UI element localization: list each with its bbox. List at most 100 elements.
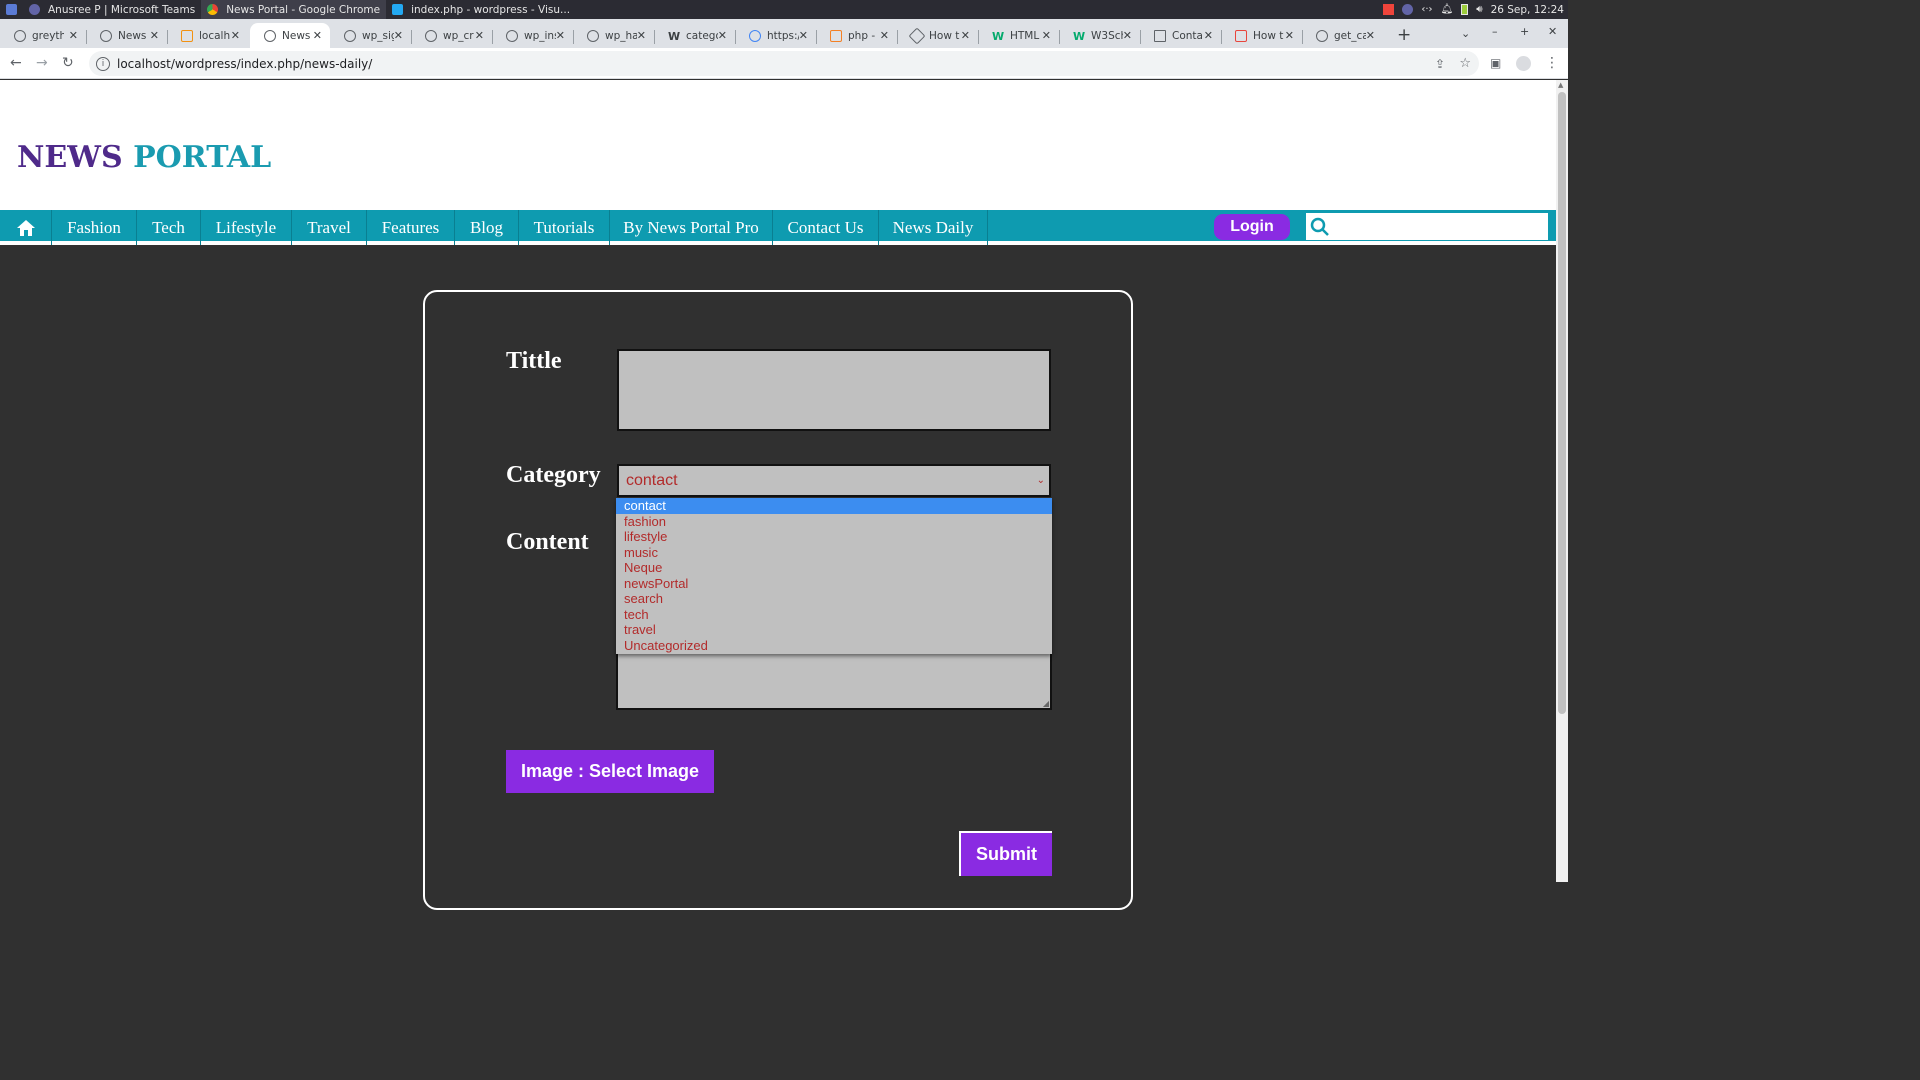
close-tab-icon[interactable]: ✕	[718, 29, 727, 42]
select-image-button[interactable]: Image : Select Image	[506, 750, 714, 793]
close-tab-icon[interactable]: ✕	[1123, 29, 1132, 42]
browser-tab[interactable]: wp_sig✕	[330, 23, 411, 48]
home-button[interactable]	[0, 210, 51, 245]
category-option-fashion[interactable]: fashion	[616, 514, 1052, 530]
browser-tab[interactable]: get_ca ✕	[1302, 23, 1383, 48]
nav-item-tutorials[interactable]: Tutorials	[518, 210, 609, 245]
taskbar-window-vscode[interactable]: index.php - wordpress - Visu...	[386, 0, 576, 19]
login-button[interactable]: Login	[1214, 214, 1290, 240]
volume-icon[interactable]: 🔊︎	[1476, 4, 1482, 15]
nav-item-tech[interactable]: Tech	[136, 210, 200, 245]
nav-item-by-news-portal-pro[interactable]: By News Portal Pro	[609, 210, 772, 245]
taskbar-window-chrome[interactable]: News Portal - Google Chrome	[201, 0, 387, 19]
nav-item-travel[interactable]: Travel	[291, 210, 366, 245]
close-window-icon[interactable]: ✕	[1548, 25, 1557, 38]
close-tab-icon[interactable]: ✕	[799, 29, 808, 42]
site-logo[interactable]: NEWS PORTAL	[17, 140, 271, 175]
category-option-contact[interactable]: contact	[616, 498, 1052, 514]
browser-tab[interactable]: W HTML ✕	[978, 23, 1059, 48]
close-tab-icon[interactable]: ✕	[1285, 29, 1294, 42]
clock[interactable]: 26 Sep, 12:24	[1491, 4, 1564, 16]
network-icon[interactable]: ‹·›	[1421, 4, 1432, 15]
close-tab-icon[interactable]: ✕	[880, 29, 889, 42]
category-option-neque[interactable]: Neque	[616, 560, 1052, 576]
nav-item-blog[interactable]: Blog	[454, 210, 518, 245]
page-scrollbar[interactable]: ▲	[1556, 80, 1568, 882]
browser-tab[interactable]: https:/✕	[735, 23, 816, 48]
browser-tab[interactable]: wp_cr ✕	[411, 23, 492, 48]
nav-item-fashion[interactable]: Fashion	[51, 210, 136, 245]
nav-item-lifestyle[interactable]: Lifestyle	[200, 210, 291, 245]
close-tab-icon[interactable]: ✕	[1366, 29, 1375, 42]
share-icon[interactable]: ⇪	[1435, 57, 1445, 71]
search-input[interactable]	[1306, 213, 1548, 240]
submit-button[interactable]: Submit	[959, 831, 1052, 876]
category-option-tech[interactable]: tech	[616, 607, 1052, 623]
taskbar-window-teams[interactable]: Anusree P | Microsoft Teams	[23, 0, 201, 19]
browser-tab-active[interactable]: News ✕	[250, 23, 330, 48]
close-tab-icon[interactable]: ✕	[394, 29, 403, 42]
browser-tab[interactable]: How t ✕	[897, 23, 978, 48]
category-option-music[interactable]: music	[616, 545, 1052, 561]
browser-tab[interactable]: wp_ins ✕	[492, 23, 573, 48]
app-menu-button[interactable]	[0, 0, 23, 19]
close-tab-icon[interactable]: ✕	[637, 29, 646, 42]
category-select[interactable]: contact ⌄	[617, 464, 1051, 497]
close-tab-icon[interactable]: ✕	[313, 29, 322, 42]
bookmark-star-icon[interactable]: ☆	[1459, 56, 1471, 71]
side-panel-icon[interactable]: ▣	[1490, 55, 1501, 71]
back-icon[interactable]: ←	[10, 55, 22, 71]
category-option-newsportal[interactable]: newsPortal	[616, 576, 1052, 592]
menu-kebab-icon[interactable]: ⋮	[1545, 55, 1559, 71]
maximize-icon[interactable]: +	[1520, 25, 1529, 38]
title-input[interactable]	[617, 349, 1051, 431]
browser-tab[interactable]: W W3Sch✕	[1059, 23, 1140, 48]
battery-icon[interactable]	[1461, 4, 1469, 15]
address-bar[interactable]: i localhost/wordpress/index.php/news-dai…	[89, 51, 1479, 76]
phpmyadmin-icon	[181, 29, 193, 42]
scrollbar-thumb[interactable]	[1558, 92, 1566, 714]
category-option-travel[interactable]: travel	[616, 622, 1052, 638]
close-tab-icon[interactable]: ✕	[475, 29, 484, 42]
browser-tab[interactable]: Conta ✕	[1140, 23, 1221, 48]
browser-tab[interactable]: localh ✕	[167, 23, 248, 48]
teams-tray-icon[interactable]	[1402, 4, 1414, 15]
post-form: Tittle Category contact ⌄ Content ◢ cont…	[423, 290, 1133, 910]
category-option-lifestyle[interactable]: lifestyle	[616, 529, 1052, 545]
close-tab-icon[interactable]: ✕	[231, 29, 240, 42]
browser-tab[interactable]: How t ✕	[1221, 23, 1302, 48]
new-tab-icon[interactable]: +	[1397, 25, 1411, 45]
close-tab-icon[interactable]: ✕	[556, 29, 565, 42]
content-textarea[interactable]: ◢	[616, 652, 1052, 710]
notification-icon[interactable]: 🔔︎	[1441, 4, 1454, 15]
category-option-search[interactable]: search	[616, 591, 1052, 607]
nav-item-contact-us[interactable]: Contact Us	[772, 210, 878, 245]
browser-tab[interactable]: Wcatego✕	[654, 23, 735, 48]
address-url: localhost/wordpress/index.php/news-daily…	[117, 56, 373, 71]
wordpress-icon	[506, 29, 518, 42]
site-info-icon[interactable]: i	[96, 56, 110, 71]
tab-search-icon[interactable]: ⌄	[1461, 27, 1470, 40]
profile-avatar-icon[interactable]	[1516, 56, 1531, 71]
category-option-uncategorized[interactable]: Uncategorized	[616, 638, 1052, 654]
minimize-icon[interactable]: –	[1492, 25, 1498, 38]
close-tab-icon[interactable]: ✕	[69, 29, 78, 42]
browser-tab[interactable]: php - ✕	[816, 23, 897, 48]
browser-tab[interactable]: wp_ha ✕	[573, 23, 654, 48]
browser-tab[interactable]: greyth ✕	[0, 23, 86, 48]
tab-title: php -	[848, 29, 876, 42]
close-tab-icon[interactable]: ✕	[1042, 29, 1051, 42]
close-tab-icon[interactable]: ✕	[150, 29, 159, 42]
resize-handle-icon[interactable]: ◢	[1043, 699, 1049, 708]
nav-item-features[interactable]: Features	[366, 210, 454, 245]
browser-tab[interactable]: News ✕	[86, 23, 167, 48]
nav-item-news-daily[interactable]: News Daily	[878, 210, 988, 245]
tab-title: How t	[929, 29, 960, 42]
content-label: Content	[506, 529, 589, 555]
reload-icon[interactable]: ↻	[62, 55, 74, 71]
anydesk-icon[interactable]	[1383, 4, 1395, 15]
forward-icon[interactable]: →	[36, 55, 48, 71]
close-tab-icon[interactable]: ✕	[1204, 29, 1213, 42]
scroll-up-icon[interactable]: ▲	[1558, 81, 1563, 89]
close-tab-icon[interactable]: ✕	[961, 29, 970, 42]
